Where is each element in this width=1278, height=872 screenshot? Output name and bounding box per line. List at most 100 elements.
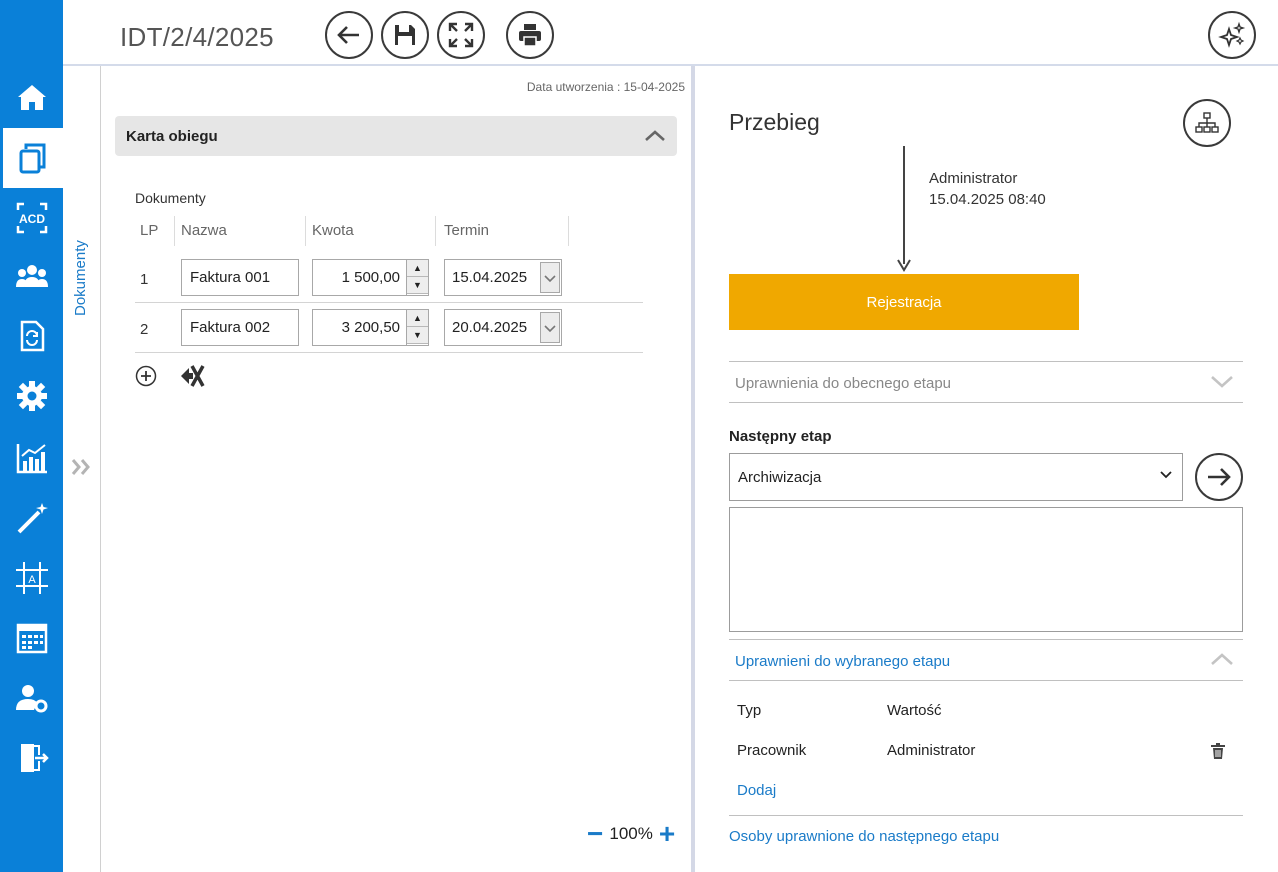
- row-name-input[interactable]: Faktura 002: [181, 309, 299, 346]
- sidebar-item-documents[interactable]: [3, 128, 63, 188]
- expand-panel-icon[interactable]: [69, 454, 95, 480]
- designer-icon: A: [15, 562, 48, 594]
- selected-permissions-toggle[interactable]: Uprawnieni do wybranego etapu: [735, 653, 950, 670]
- flow-connector: [903, 146, 905, 264]
- stepper-down-icon[interactable]: ▼: [407, 327, 428, 344]
- stepper-down-icon[interactable]: ▼: [407, 277, 428, 294]
- chevron-down-icon[interactable]: [1209, 371, 1235, 391]
- next-stage-select[interactable]: Archiwizacja: [729, 453, 1183, 501]
- comment-textarea[interactable]: [729, 507, 1243, 632]
- sidebar-item-designer[interactable]: A: [0, 548, 63, 608]
- row-lp: 1: [140, 271, 149, 288]
- back-arrow-icon: [337, 26, 359, 44]
- perm-column-type: Typ: [737, 702, 762, 719]
- divider: [729, 361, 1243, 362]
- magic-wand-icon: [17, 503, 48, 534]
- divider: [729, 815, 1243, 816]
- row-divider: [135, 352, 643, 353]
- divider: [729, 402, 1243, 403]
- sidebar-item-home[interactable]: [0, 68, 63, 128]
- flow-title: Przebieg: [729, 109, 820, 135]
- row-lp: 2: [140, 321, 149, 338]
- calendar-icon: [16, 623, 47, 654]
- sidebar-item-calendar[interactable]: [0, 608, 63, 668]
- print-icon: [519, 24, 541, 47]
- back-button[interactable]: [325, 11, 373, 59]
- current-stage[interactable]: Rejestracja: [729, 274, 1079, 330]
- trash-icon[interactable]: [1210, 742, 1226, 760]
- tab-documents[interactable]: Dokumenty: [68, 226, 92, 316]
- add-permission-link[interactable]: Dodaj: [737, 782, 776, 799]
- creation-date: Data utworzenia : 15-04-2025: [526, 80, 685, 94]
- column-separator: [568, 216, 569, 246]
- zoom-control: − 100% +: [587, 820, 675, 848]
- column-separator: [435, 216, 436, 246]
- home-icon: [17, 85, 46, 110]
- perm-column-value: Wartość: [887, 702, 942, 719]
- chevron-up-icon[interactable]: [1209, 649, 1235, 669]
- date-picker-button[interactable]: [540, 262, 560, 293]
- ai-sparkle-icon: [1218, 21, 1246, 48]
- current-permissions-toggle[interactable]: Uprawnienia do obecnego etapu: [735, 375, 951, 392]
- chevron-up-icon[interactable]: [643, 124, 667, 148]
- save-disk-icon: [395, 25, 415, 45]
- chevron-down-icon: [544, 324, 556, 332]
- amount-stepper[interactable]: ▲ ▼: [406, 260, 428, 295]
- row-name-input[interactable]: Faktura 001: [181, 259, 299, 296]
- document-panel: Data utworzenia : 15-04-2025 Karta obieg…: [101, 66, 691, 872]
- save-button[interactable]: [381, 11, 429, 59]
- sidebar-item-wizard[interactable]: [0, 488, 63, 548]
- section-title: Karta obiegu: [126, 128, 218, 145]
- svg-text:A: A: [28, 574, 36, 586]
- people-icon: [15, 265, 48, 287]
- row-amount-input[interactable]: 1 500,00 ▲ ▼: [312, 259, 429, 296]
- fullscreen-button[interactable]: [437, 11, 485, 59]
- column-separator: [305, 216, 306, 246]
- column-header-amount: Kwota: [312, 222, 354, 239]
- perm-row-value: Administrator: [887, 742, 976, 759]
- next-stage-value: Archiwizacja: [738, 469, 822, 486]
- documents-table-label: Dokumenty: [135, 190, 206, 206]
- perm-row-type: Pracownik: [737, 742, 807, 759]
- date-picker-button[interactable]: [540, 312, 560, 343]
- divider: [729, 639, 1243, 640]
- proceed-button[interactable]: [1195, 453, 1243, 501]
- document-number: IDT/2/4/2025: [120, 22, 274, 52]
- sidebar-item-user-settings[interactable]: [0, 668, 63, 728]
- zoom-out-button[interactable]: −: [587, 820, 603, 848]
- sidebar-ocr-text: ACD: [19, 212, 45, 226]
- ai-assistant-button[interactable]: [1208, 11, 1256, 59]
- add-row-icon[interactable]: [135, 365, 157, 387]
- amount-stepper[interactable]: ▲ ▼: [406, 310, 428, 345]
- sidebar-item-contractors[interactable]: [0, 246, 63, 306]
- sidebar-item-workflow-docs[interactable]: [0, 306, 63, 366]
- row-date-input[interactable]: 20.04.2025: [444, 309, 562, 346]
- row-divider: [135, 302, 643, 303]
- stepper-up-icon[interactable]: ▲: [407, 310, 428, 327]
- authorized-persons-link[interactable]: Osoby uprawnione do następnego etapu: [729, 828, 999, 845]
- column-separator: [174, 216, 175, 246]
- zoom-in-button[interactable]: +: [659, 820, 675, 848]
- row-date-input[interactable]: 15.04.2025: [444, 259, 562, 296]
- row-amount-input[interactable]: 3 200,50 ▲ ▼: [312, 309, 429, 346]
- acd-ocr-icon: ACD: [16, 202, 47, 234]
- print-button[interactable]: [506, 11, 554, 59]
- doc-cycle-icon: [20, 320, 44, 352]
- arrow-down-icon: [897, 259, 911, 272]
- sidebar-item-ocr[interactable]: ACD: [0, 188, 63, 248]
- current-stage-label: Rejestracja: [866, 293, 942, 311]
- row-amount-value: 3 200,50: [341, 319, 400, 336]
- documents-icon: [19, 143, 46, 174]
- flow-entry: Administrator 15.04.2025 08:40: [929, 168, 1046, 210]
- sidebar-item-settings[interactable]: [0, 366, 63, 426]
- stepper-up-icon[interactable]: ▲: [407, 260, 428, 277]
- sidebar-item-reports[interactable]: [0, 428, 63, 488]
- sidebar-item-logout[interactable]: [0, 728, 63, 788]
- workflow-diagram-button[interactable]: [1183, 99, 1231, 147]
- section-header[interactable]: Karta obiegu: [115, 116, 677, 156]
- column-header-date: Termin: [444, 222, 490, 239]
- flow-user: Administrator: [929, 170, 1018, 187]
- excel-import-icon[interactable]: [179, 363, 205, 389]
- row-date-value: 20.04.2025: [452, 319, 528, 336]
- chevron-down-icon: [544, 274, 556, 282]
